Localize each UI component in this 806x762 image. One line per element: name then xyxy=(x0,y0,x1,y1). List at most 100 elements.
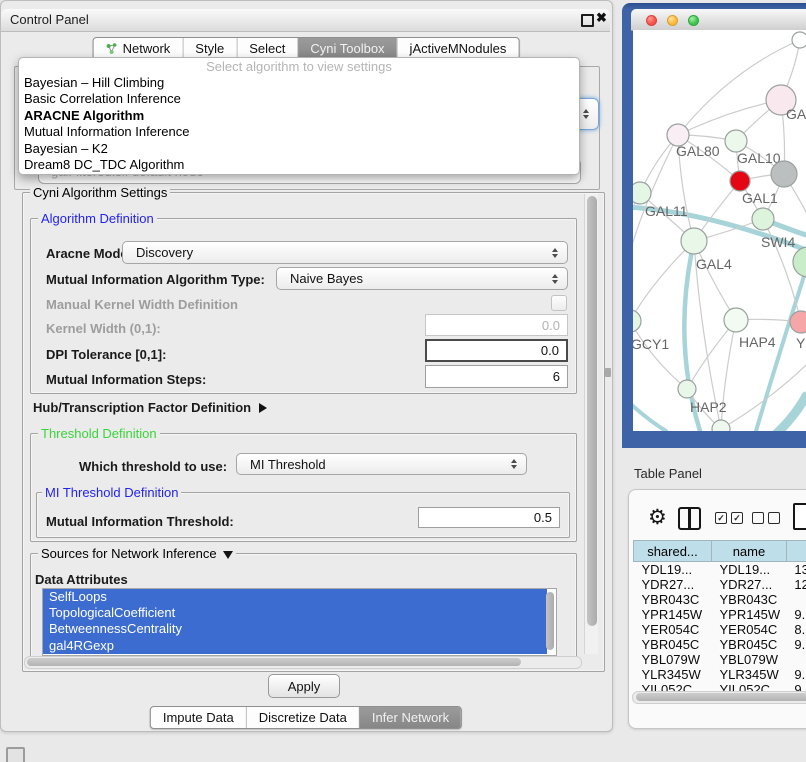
tab-select[interactable]: Select xyxy=(236,38,297,59)
minimize-traffic-light-icon[interactable] xyxy=(667,15,678,26)
tab-discretize-data[interactable]: Discretize Data xyxy=(246,707,359,728)
table-row[interactable]: YBR045CYBR045C9. xyxy=(634,637,806,652)
dpi-tolerance-field[interactable]: 0.0 xyxy=(425,339,568,362)
attribute-item[interactable]: SelfLoops xyxy=(43,589,547,605)
deselect-all-checkbox-icon[interactable] xyxy=(752,512,764,524)
float-window-icon[interactable] xyxy=(581,14,594,27)
table-hscroll-thumb[interactable] xyxy=(636,693,806,701)
gear-icon[interactable]: ⚙ xyxy=(648,505,667,530)
node-top[interactable] xyxy=(792,32,806,48)
column-header[interactable]: name xyxy=(711,541,786,562)
attribute-item[interactable]: TopologicalCoefficient xyxy=(43,605,547,621)
dropdown-item[interactable]: Bayesian – K2 xyxy=(19,141,579,157)
tab-label: Style xyxy=(195,41,224,56)
apply-button[interactable]: Apply xyxy=(268,674,340,698)
minimized-panel-icon[interactable] xyxy=(6,747,25,762)
tab-cyni-toolbox[interactable]: Cyni Toolbox xyxy=(297,38,396,59)
new-column-icon[interactable] xyxy=(793,503,806,530)
aracne-mode-combobox[interactable]: Discovery xyxy=(122,241,568,264)
node-table[interactable]: shared...name YDL19...YDL19...13YDR27...… xyxy=(633,540,806,697)
settings-vertical-scrollbar[interactable] xyxy=(584,194,598,654)
table-row[interactable]: YDR27...YDR27...12 xyxy=(634,577,806,592)
table-cell: YLR345W xyxy=(711,667,786,682)
node-gray[interactable] xyxy=(771,161,797,187)
network-canvas[interactable]: GALGAL80GAL10GAL1SWI4GAL11GAL4GCY1HAP4YH… xyxy=(633,30,806,431)
node-salmon[interactable] xyxy=(790,311,806,333)
node-red[interactable] xyxy=(730,171,750,191)
splitter-handle[interactable] xyxy=(605,368,611,377)
split-columns-icon[interactable] xyxy=(678,507,701,530)
node-gcy1-label: GCY1 xyxy=(633,336,669,352)
network-window-titlebar[interactable] xyxy=(631,9,806,31)
tab-impute-data[interactable]: Impute Data xyxy=(151,707,246,728)
table-cell: YBR045C xyxy=(711,637,786,652)
node-bottom[interactable] xyxy=(712,420,730,431)
tab-jactivemnodules[interactable]: jActiveMNodules xyxy=(397,38,519,59)
settings-horizontal-scrollbar[interactable] xyxy=(24,656,582,669)
attribute-items: SelfLoopsTopologicalCoefficientBetweenne… xyxy=(43,589,556,654)
manual-kernel-label: Manual Kernel Width Definition xyxy=(46,297,238,312)
data-attributes-list[interactable]: SelfLoopsTopologicalCoefficientBetweenne… xyxy=(42,588,557,656)
node-salmon-label: Y xyxy=(796,335,806,351)
manual-kernel-checkbox[interactable] xyxy=(551,295,567,311)
node-gal-pink-label: GAL xyxy=(786,106,806,122)
table-cell: YDR27... xyxy=(634,577,712,592)
close-icon[interactable]: ✖ xyxy=(596,10,607,26)
table-cell: YBL079W xyxy=(711,652,786,667)
tab-label: Select xyxy=(249,41,285,56)
table-cell: 9. xyxy=(786,637,806,652)
node-hap4[interactable] xyxy=(724,308,748,332)
mi-threshold-field[interactable]: 0.5 xyxy=(418,507,560,528)
table-horizontal-scrollbar[interactable] xyxy=(632,691,806,704)
close-traffic-light-icon[interactable] xyxy=(646,15,657,26)
dropdown-items: Bayesian – Hill ClimbingBasic Correlatio… xyxy=(19,75,579,173)
dropdown-item[interactable]: Basic Correlation Inference xyxy=(19,91,579,107)
kernel-width-field[interactable]: 0.0 xyxy=(425,314,568,336)
column-header[interactable]: shared... xyxy=(634,541,712,562)
node-gal4-label: GAL4 xyxy=(696,256,732,272)
table-row[interactable]: YER054CYER054C8. xyxy=(634,622,806,637)
tab-infer-network[interactable]: Infer Network xyxy=(359,707,461,728)
attribute-item[interactable]: BetweennessCentrality xyxy=(43,621,547,637)
table-cell: YLR345W xyxy=(634,667,712,682)
dropdown-item[interactable]: ARACNE Algorithm xyxy=(19,108,579,124)
table-row[interactable]: YBR043CYBR043C xyxy=(634,592,806,607)
table-row[interactable]: YLR345WYLR345W9. xyxy=(634,667,806,682)
hub-section-toggle[interactable]: Hub/Transcription Factor Definition xyxy=(33,400,267,415)
table-cell: YDL19... xyxy=(634,562,712,578)
table-cell: 9. xyxy=(786,607,806,622)
node-swi4-big[interactable] xyxy=(793,247,806,277)
deselect-all-checkbox-icon[interactable] xyxy=(768,512,780,524)
node-hap4-label: HAP4 xyxy=(739,334,776,350)
table-row[interactable]: YDL19...YDL19...13 xyxy=(634,562,806,578)
node-gal4[interactable] xyxy=(681,228,707,254)
node-gal1-green[interactable] xyxy=(752,208,774,230)
mi-algorithm-type-combobox[interactable]: Naive Bayes xyxy=(276,267,568,290)
aracne-mode-value: Discovery xyxy=(136,245,193,260)
table-panel-title: Table Panel xyxy=(634,466,702,481)
attribute-item[interactable]: gal4RGexp xyxy=(43,638,547,654)
tab-style[interactable]: Style xyxy=(182,38,236,59)
dropdown-item[interactable]: Bayesian – Hill Climbing xyxy=(19,75,579,91)
table-cell: YPR145W xyxy=(711,607,786,622)
list-vscroll-thumb[interactable] xyxy=(546,592,554,650)
node-gal11[interactable] xyxy=(633,182,651,204)
node-gcy1[interactable] xyxy=(633,310,641,332)
dropdown-item[interactable]: Mutual Information Inference xyxy=(19,124,579,140)
sources-legend[interactable]: Sources for Network Inference xyxy=(38,547,236,560)
tab-network[interactable]: Network xyxy=(94,38,183,59)
select-all-checkbox-icon[interactable]: ✓ xyxy=(731,512,743,524)
zoom-traffic-light-icon[interactable] xyxy=(688,15,699,26)
column-header[interactable] xyxy=(786,541,806,562)
table-row[interactable]: YPR145WYPR145W9. xyxy=(634,607,806,622)
table-row[interactable]: YBL079WYBL079W xyxy=(634,652,806,667)
select-all-checkbox-icon[interactable]: ✓ xyxy=(715,512,727,524)
settings-vscroll-thumb[interactable] xyxy=(587,196,597,626)
dropdown-item[interactable]: Dream8 DC_TDC Algorithm xyxy=(19,157,579,173)
mi-steps-field[interactable]: 6 xyxy=(425,365,568,388)
node-hap2[interactable] xyxy=(678,380,696,398)
which-threshold-combobox[interactable]: MI Threshold xyxy=(236,453,527,475)
mi-algorithm-type-label: Mutual Information Algorithm Type: xyxy=(46,272,265,287)
settings-hscroll-thumb[interactable] xyxy=(27,658,521,666)
node-gal10[interactable] xyxy=(725,130,747,152)
